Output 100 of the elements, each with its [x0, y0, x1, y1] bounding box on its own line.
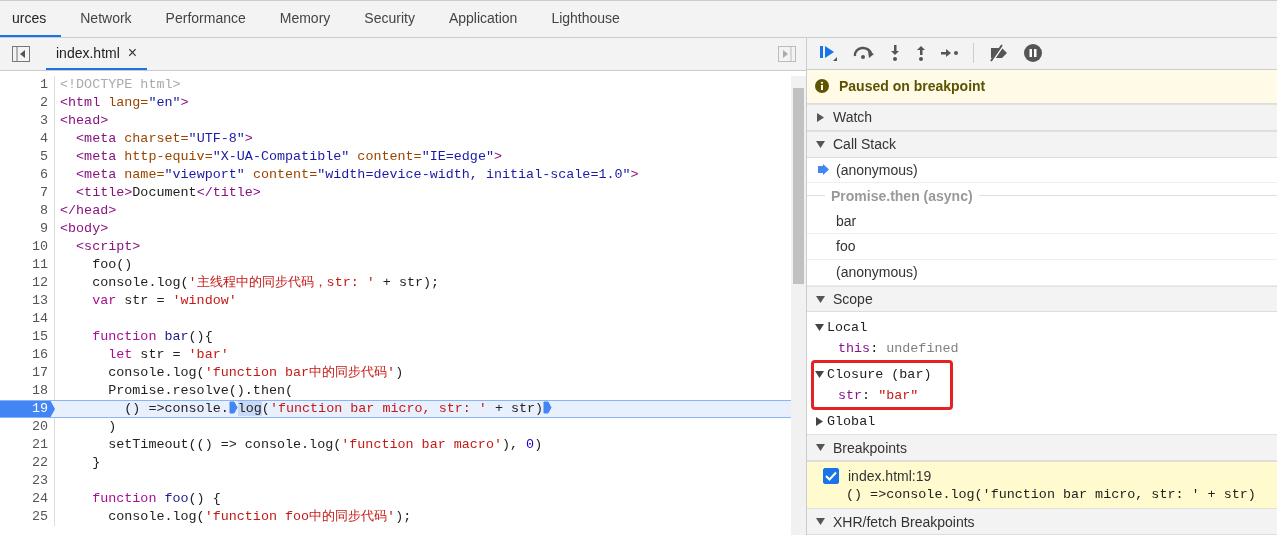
collapse-icon[interactable] [814, 370, 824, 378]
code-token: 'window' [172, 293, 237, 308]
line-number[interactable]: 16 [0, 346, 55, 364]
line-number[interactable]: 3 [0, 112, 55, 130]
frame-name: (anonymous) [836, 161, 918, 178]
step-over-icon[interactable] [853, 46, 875, 61]
line-number[interactable]: 9 [0, 220, 55, 238]
section-header[interactable]: Call Stack [807, 130, 1277, 158]
execution-marker-icon[interactable] [543, 401, 553, 414]
scrollbar-thumb[interactable] [793, 88, 804, 284]
code-token: 'function bar中的同步代码' [204, 365, 396, 380]
line-number[interactable]: 14 [0, 310, 55, 328]
line-number[interactable]: 10 [0, 238, 55, 256]
collapse-icon [816, 444, 825, 452]
line-number[interactable]: 4 [0, 130, 55, 148]
deactivate-breakpoints-icon[interactable] [988, 44, 1010, 63]
collapse-icon [816, 518, 825, 526]
section-title: XHR/fetch Breakpoints [833, 513, 975, 530]
collapse-icon [816, 140, 825, 148]
code-token: 0 [526, 437, 535, 452]
section-header[interactable]: Scope [807, 285, 1277, 313]
pause-icon[interactable] [1024, 44, 1042, 63]
code-token: ) [395, 365, 404, 380]
scope-name[interactable]: Global [827, 413, 876, 429]
code-token: > [630, 167, 639, 182]
section-header[interactable]: XHR/fetch Breakpoints [807, 508, 1277, 535]
step-icon[interactable] [941, 48, 959, 59]
debugger-toggle-icon[interactable] [778, 46, 796, 62]
line-number[interactable]: 11 [0, 256, 55, 274]
line-number[interactable]: 19 [0, 401, 55, 417]
frame-name: bar [836, 212, 857, 229]
scope-name[interactable]: Closure (bar) [827, 366, 932, 382]
code-token: () =>console. [123, 401, 229, 416]
property-colon: : [862, 388, 871, 404]
call-frame[interactable]: (anonymous) [807, 259, 1277, 286]
code-token: "IE=edge" [421, 149, 494, 164]
panel-tab[interactable]: Lighthouse [536, 1, 635, 37]
line-number[interactable]: 1 [0, 76, 55, 94]
line-number[interactable]: 21 [0, 436, 55, 454]
code-token: name= [124, 167, 165, 182]
code-token: 'function bar macro' [341, 437, 502, 452]
line-number[interactable]: 12 [0, 274, 55, 292]
step-into-icon[interactable] [889, 45, 901, 62]
panel-tab[interactable]: Security [349, 1, 430, 37]
file-tab[interactable]: index.html × [46, 38, 148, 70]
call-frame[interactable]: bar [807, 208, 1277, 234]
code-token: ( [261, 401, 270, 416]
code-token: <head> [60, 113, 109, 128]
section-title: Breakpoints [833, 439, 907, 456]
breakpoint-code: () =>console.log('function bar micro, str: ' + str) [845, 487, 1257, 503]
line-number[interactable]: 15 [0, 328, 55, 346]
code-token: </head> [60, 203, 117, 218]
code-token: console.log( [107, 365, 205, 380]
sidebar-toggle-icon[interactable] [12, 46, 30, 62]
line-number[interactable]: 23 [0, 472, 55, 490]
code-token: <meta [75, 167, 118, 182]
code-token: "UTF-8" [188, 131, 245, 146]
checkbox[interactable] [823, 468, 839, 485]
section-header[interactable]: Breakpoints [807, 434, 1277, 462]
property-value: undefined [886, 341, 959, 357]
code-token: ), [501, 437, 520, 452]
panel-tab[interactable]: Performance [150, 1, 261, 37]
call-frame[interactable]: (anonymous) [807, 157, 1277, 184]
code-token: str = [139, 347, 182, 362]
line-number[interactable]: 5 [0, 148, 55, 166]
panel-tab[interactable]: Application [433, 1, 533, 37]
line-number[interactable]: 22 [0, 454, 55, 472]
resume-icon[interactable] [819, 44, 839, 63]
code-token: 'bar' [188, 347, 229, 362]
property-name: this [838, 341, 871, 357]
step-out-icon[interactable] [915, 45, 927, 62]
code-token: <html [60, 95, 102, 110]
code-token: () { [188, 491, 221, 506]
section-title: Watch [833, 109, 873, 126]
line-number[interactable]: 7 [0, 184, 55, 202]
call-frame[interactable]: foo [807, 234, 1277, 260]
code-token: <meta [75, 131, 118, 146]
line-number[interactable]: 20 [0, 418, 55, 436]
line-number[interactable]: 25 [0, 508, 55, 526]
line-number[interactable]: 6 [0, 166, 55, 184]
scope-name[interactable]: Local [827, 319, 868, 335]
code-token: foo [164, 491, 189, 506]
line-number[interactable]: 17 [0, 364, 55, 382]
line-number[interactable]: 2 [0, 94, 55, 112]
collapse-icon[interactable] [814, 323, 824, 331]
panel-tab[interactable]: Memory [264, 1, 346, 37]
code-token: > [180, 95, 189, 110]
code-token: let [107, 347, 133, 362]
line-number[interactable]: 8 [0, 202, 55, 220]
section-header[interactable]: Watch [807, 103, 1277, 131]
section-title: Call Stack [833, 136, 897, 153]
line-number[interactable]: 13 [0, 292, 55, 310]
code-token: ) [534, 437, 543, 452]
close-icon[interactable]: × [127, 44, 138, 62]
code-token: function [91, 491, 158, 506]
code-token: <!DOCTYPE html> [60, 77, 181, 92]
expand-icon[interactable] [814, 416, 824, 426]
panel-tab[interactable]: Network [65, 1, 147, 37]
line-number[interactable]: 24 [0, 490, 55, 508]
breakpoint-location[interactable]: index.html:19 [848, 468, 932, 485]
